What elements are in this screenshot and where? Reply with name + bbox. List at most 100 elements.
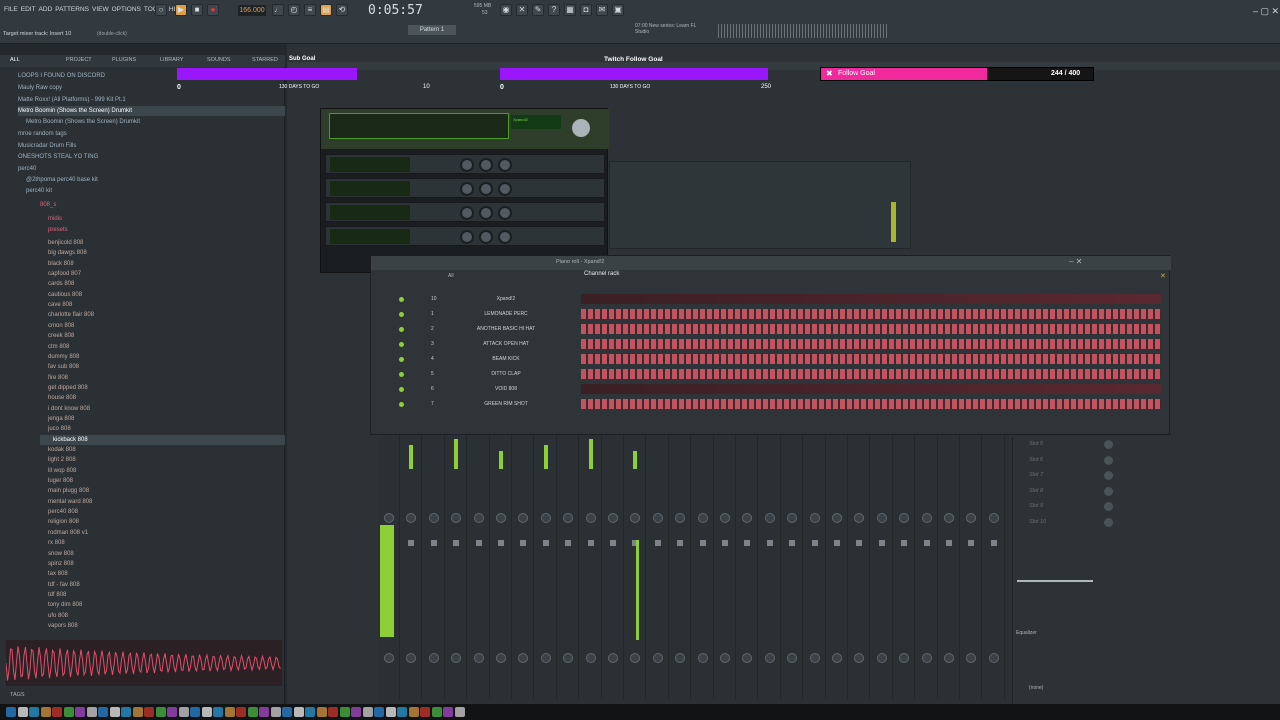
volume-fader[interactable] [430,540,437,546]
playlist-icon[interactable]: ◉ [500,4,512,16]
mixer-track[interactable] [512,435,535,700]
menu-patterns[interactable]: PATTERNS [55,6,89,13]
channel-name[interactable]: DITTO CLAP [441,371,571,377]
pan-knob[interactable] [451,513,462,523]
route-knob[interactable] [384,653,394,663]
volume-fader[interactable] [587,540,594,546]
taskbar-app-icon[interactable] [29,707,39,717]
pan-knob[interactable] [496,513,506,523]
taskbar-app-icon[interactable] [443,707,453,717]
tree-folder[interactable]: presets [48,225,68,235]
loop-record-icon[interactable]: ⟲ [336,4,348,16]
knob[interactable] [460,230,474,244]
pan-knob[interactable] [384,513,394,523]
tree-folder[interactable]: Metro Boomin (Shows the Screen) Drumkit [18,106,285,116]
channel-number[interactable]: 7 [431,401,434,407]
pattern-song-toggle[interactable]: ○ [155,4,167,16]
mixer-track[interactable] [714,435,736,700]
slot-mix-knob[interactable] [1104,455,1113,465]
tree-folder[interactable]: ONESHOTS STEAL YO TING [18,152,98,162]
route-knob[interactable] [608,653,618,663]
volume-fader[interactable] [766,540,773,546]
step-sequencer[interactable] [581,309,1161,319]
mute-led[interactable] [399,312,404,317]
menu-view[interactable]: VIEW [92,6,109,13]
menu-add[interactable]: ADD [39,6,53,13]
file-item[interactable]: big dawgs 808 [48,248,87,258]
pan-knob[interactable] [406,513,417,523]
mixer-track[interactable] [602,435,624,700]
menu-options[interactable]: OPTIONS [112,6,141,13]
file-item[interactable]: vapors 808 [48,621,78,631]
taskbar-app-icon[interactable] [40,707,51,717]
route-knob[interactable] [988,653,999,663]
channel-row[interactable]: 2 ANOTHER BASIC HI HAT [371,322,1171,337]
file-item[interactable]: tdf - fav 808 [48,580,80,590]
file-item[interactable]: luger 808 [48,476,73,486]
tree-folder[interactable]: perc40 kit [26,186,52,196]
pan-knob[interactable] [563,513,574,523]
mixer-track[interactable] [535,435,557,700]
volume-fader[interactable] [811,540,818,546]
tree-folder[interactable]: midis [48,214,62,224]
volume-fader[interactable] [565,540,572,546]
taskbar-app-icon[interactable] [351,707,361,717]
taskbar-app-icon[interactable] [293,707,304,717]
browser-icon[interactable]: ◘ [580,4,592,16]
taskbar-app-icon[interactable] [109,707,120,717]
metronome-icon[interactable]: ♩ [272,4,284,16]
taskbar-app-icon[interactable] [270,707,281,717]
route-knob[interactable] [428,653,439,663]
file-item[interactable]: cautious 808 [48,290,82,300]
file-item[interactable]: lil wop 808 [48,466,76,476]
volume-fader[interactable] [610,540,616,546]
taskbar-app-icon[interactable] [420,707,430,717]
mixer-track[interactable] [468,435,490,700]
mixer-track[interactable] [960,435,983,700]
volume-fader[interactable] [498,540,504,546]
file-item[interactable]: main plugg 808 [48,486,89,496]
file-item[interactable]: black 808 [48,259,74,269]
volume-fader[interactable] [408,540,415,546]
file-item[interactable]: fav sub 808 [48,362,79,372]
mixer-track[interactable] [804,435,826,700]
tree-folder[interactable]: 808_s [40,200,56,210]
volume-fader[interactable] [475,540,482,546]
pan-knob[interactable] [809,513,820,523]
xpand-main-knobs[interactable] [329,113,509,139]
volume-fader[interactable] [968,540,975,546]
tab-library[interactable]: LIBRARY [160,57,183,63]
route-knob[interactable] [518,653,529,663]
tree-folder[interactable]: mroe random tags [18,129,67,139]
pan-knob[interactable] [832,513,842,523]
taskbar-app-icon[interactable] [316,707,327,717]
help-icon[interactable]: ? [548,4,560,16]
channel-number[interactable]: 3 [431,341,434,347]
route-knob[interactable] [473,653,484,663]
countdown-icon[interactable]: ◴ [288,4,300,16]
file-item[interactable]: jenga 808 [48,414,74,424]
fx-slot[interactable]: Slot 8 [1029,488,1043,494]
tab-project[interactable]: PROJECT [66,57,92,63]
file-item[interactable]: tdf 808 [48,590,66,600]
channel-number[interactable]: 6 [431,386,434,392]
mixer-track[interactable] [759,435,781,700]
volume-fader[interactable] [699,540,706,546]
route-knob[interactable] [854,653,865,663]
route-knob[interactable] [764,653,775,663]
fx-slot[interactable]: Slot 6 [1029,457,1043,463]
mixer-window[interactable] [378,435,1010,705]
route-knob[interactable] [496,653,506,663]
taskbar-app-icon[interactable] [305,707,315,717]
taskbar-app-icon[interactable] [328,707,338,717]
knob[interactable] [479,182,493,196]
pan-knob[interactable] [988,513,999,523]
pan-knob[interactable] [966,513,977,523]
route-knob[interactable] [406,653,417,663]
volume-fader[interactable] [520,540,527,546]
channel-number[interactable]: 10 [431,296,437,302]
file-item[interactable]: house 808 [48,393,76,403]
file-item[interactable]: get dipped 808 [48,383,88,393]
route-knob[interactable] [832,653,842,663]
taskbar-app-icon[interactable] [132,707,143,717]
